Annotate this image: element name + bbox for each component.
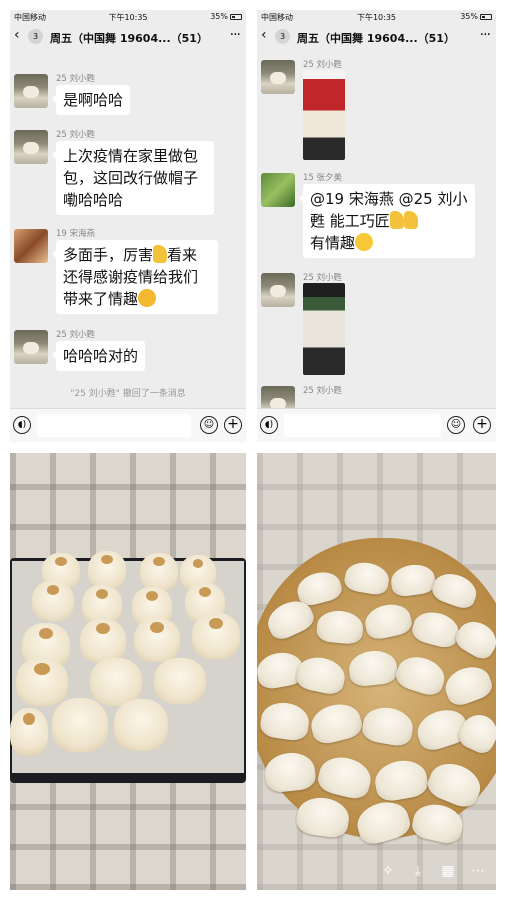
avatar[interactable] [14,330,48,364]
message-bubble[interactable]: 多面手，厉害 看来还得感谢疫情给我们带来了情趣 [52,240,218,314]
screenshot-thumbnail [303,283,345,375]
carrier-label: 中国移动 [14,13,46,22]
bun [88,551,126,589]
recall-notice: "25 刘小甦" 撤回了一条消息 [70,389,186,399]
message-bubble[interactable]: 是啊哈哈 [51,85,131,115]
voice-icon[interactable]: ◖) [260,416,278,434]
sender-name: 25 刘小甦 [303,273,343,283]
chat-title: 周五（中国舞 19604...（51） [50,32,208,45]
plus-icon[interactable]: + [224,416,242,434]
bun [140,553,178,591]
thumbs-up-emoji-icon [389,211,404,229]
message-input[interactable] [37,414,191,437]
chat-header: ‹ 3 周五（中国舞 19604...（51） ··· [10,24,246,50]
photo-toolbar: ✧ ⤓ ▦ ⋯ [257,854,496,890]
message-input[interactable] [284,414,441,437]
sender-name: 25 刘小甦 [56,74,96,84]
message-bubble[interactable]: 上次疫情在家里做包包，这回改行做帽子嘞哈哈哈 [52,141,214,215]
bun [80,619,126,663]
battery-icon [480,13,492,20]
download-icon[interactable]: ⤓ [407,860,429,882]
thumbs-up-emoji-icon [403,211,418,229]
unread-badge[interactable]: 3 [28,29,43,44]
message-text: @19 宋海燕 @25 刘小甦 能工巧匠 [310,190,468,230]
avatar[interactable] [261,173,295,207]
battery-percent: 35% [460,12,478,21]
avatar[interactable] [261,273,295,307]
thumbs-up-emoji-icon [153,245,168,263]
message-text: 有情趣 [310,234,356,252]
voice-icon[interactable]: ◖) [13,416,31,434]
more-icon[interactable]: ··· [230,27,241,43]
sender-name: 15 张夕美 [303,173,343,183]
sparkle-icon[interactable]: ✧ [377,860,399,882]
battery-percent: 35% [210,12,228,21]
clock: 下午10:35 [108,13,148,22]
message-bubble[interactable]: 哈哈哈对的 [51,341,146,371]
battery-indicator: 35% [210,12,242,21]
thinking-emoji-icon [138,289,157,307]
more-icon[interactable]: ··· [480,27,491,43]
bun [16,658,68,706]
sender-name: 19 宋海燕 [56,229,96,239]
emoji-icon[interactable]: ☺ [200,416,218,434]
image-message[interactable] [303,70,345,160]
sender-name: 25 刘小甦 [303,60,343,70]
chat-header: ‹ 3 周五（中国舞 19604...（51） ··· [257,24,496,50]
sender-name: 25 刘小甦 [56,130,96,140]
plus-icon[interactable]: + [473,416,491,434]
clock: 下午10:35 [356,13,397,22]
avatar[interactable] [14,130,48,164]
back-chevron-icon[interactable]: ‹ [14,27,20,43]
dumplings-photo: ✧ ⤓ ▦ ⋯ [257,453,496,890]
chat-screenshot-left: 中国移动 下午10:35 35% ‹ 3 周五（中国舞 19604...（51）… [10,10,246,442]
bun [192,613,240,659]
message-bubble[interactable]: @19 宋海燕 @25 刘小甦 能工巧匠有情趣 [299,184,475,258]
chat-screenshot-right: 中国移动 下午10:35 35% ‹ 3 周五（中国舞 19604...（51）… [257,10,496,442]
input-bar: ◖) ☺ + [257,408,496,442]
smile-emoji-icon [355,233,374,251]
message-text: 多面手，厉害 [63,246,154,264]
avatar[interactable] [261,60,295,94]
back-chevron-icon[interactable]: ‹ [261,27,267,43]
input-bar: ◖) ☺ + [10,408,246,442]
bun [114,699,168,751]
grid-icon[interactable]: ▦ [437,860,459,882]
sender-name: 25 刘小甦 [56,330,96,340]
screenshot-thumbnail [303,70,345,160]
emoji-icon[interactable]: ☺ [447,416,465,434]
sender-name: 25 刘小甦 [303,386,343,396]
avatar[interactable] [14,74,48,108]
bun [10,708,48,756]
status-bar: 中国移动 下午10:35 35% [257,10,496,24]
buns-photo [10,453,246,890]
unread-badge[interactable]: 3 [275,29,290,44]
bun [134,618,180,662]
bun [154,658,206,704]
battery-indicator: 35% [460,12,492,21]
carrier-label: 中国移动 [261,13,293,22]
avatar[interactable] [14,229,48,263]
bun [32,581,74,621]
battery-icon [230,13,242,20]
image-message[interactable] [303,283,345,375]
chat-title: 周五（中国舞 19604...（51） [297,32,455,45]
status-bar: 中国移动 下午10:35 35% [10,10,246,24]
bun [52,698,108,752]
more-icon[interactable]: ⋯ [467,860,489,882]
